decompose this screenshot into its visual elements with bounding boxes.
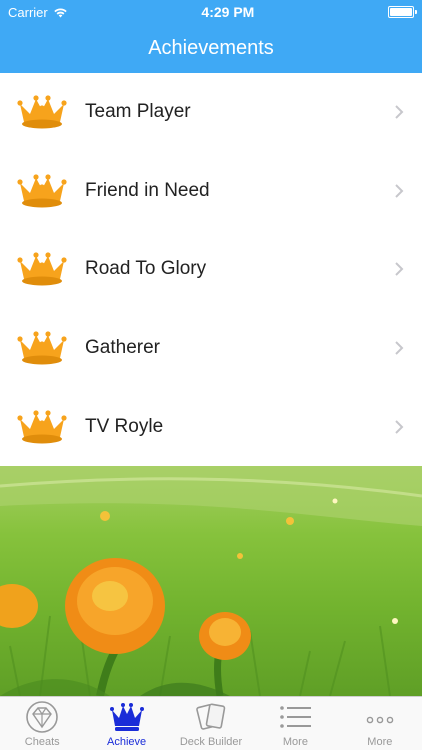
achievement-label: Friend in Need	[85, 179, 210, 201]
tab-label: Cheats	[24, 736, 60, 748]
achievement-row[interactable]: Road To Glory	[0, 230, 422, 309]
carrier-label: Carrier	[8, 4, 48, 20]
tab-deck-builder[interactable]: Deck Builder	[169, 697, 253, 750]
chevron-right-icon	[395, 184, 404, 198]
wifi-icon	[54, 7, 67, 17]
achievement-row[interactable]: Friend in Need	[0, 151, 422, 231]
chevron-right-icon	[395, 341, 404, 355]
tab-label: Deck Builder	[179, 736, 243, 748]
tab-label: More	[367, 736, 393, 748]
meadow-flowers-illustration	[0, 466, 422, 696]
crown-icon	[17, 95, 67, 129]
chevron-right-icon	[395, 419, 404, 434]
tab-bar: Cheats Achieve Deck Builder More More	[0, 696, 422, 750]
tab-achieve[interactable]: Achieve	[84, 697, 168, 750]
crown-icon	[109, 703, 144, 731]
header: Carrier 4:29 PM Achievements	[0, 0, 422, 73]
achievement-row[interactable]: Team Player	[0, 73, 422, 152]
achievements-list: Team Player Friend in Need Road To Glory	[0, 73, 422, 466]
chevron-right-icon	[395, 262, 404, 277]
crown-icon	[17, 252, 67, 286]
background-illustration	[0, 466, 422, 696]
achievement-label: Team Player	[85, 101, 191, 123]
battery-icon	[388, 6, 417, 18]
gem-icon	[26, 701, 59, 733]
crown-icon	[17, 174, 67, 208]
page-title: Achievements	[148, 37, 274, 59]
more-dots-icon	[366, 716, 394, 724]
achievement-label: Road To Glory	[85, 258, 207, 280]
achievement-label: TV Royle	[85, 415, 164, 437]
tab-label: More	[282, 736, 308, 748]
list-icon	[280, 706, 312, 728]
achievement-row[interactable]: Gatherer	[0, 308, 422, 388]
status-left: Carrier	[8, 5, 68, 20]
chevron-right-icon	[395, 105, 404, 120]
achievement-label: Gatherer	[85, 337, 160, 359]
status-time: 4:29 PM	[201, 4, 255, 20]
crown-icon	[17, 410, 67, 444]
tab-more[interactable]: More	[338, 697, 422, 750]
crown-icon	[17, 331, 67, 365]
tab-label: Achieve	[107, 736, 147, 748]
tab-cheats[interactable]: Cheats	[0, 697, 84, 750]
tab-more-list[interactable]: More	[253, 697, 337, 750]
cards-icon	[196, 703, 226, 730]
achievement-row[interactable]: TV Royle	[0, 387, 422, 466]
status-bar: Carrier 4:29 PM	[0, 0, 422, 24]
